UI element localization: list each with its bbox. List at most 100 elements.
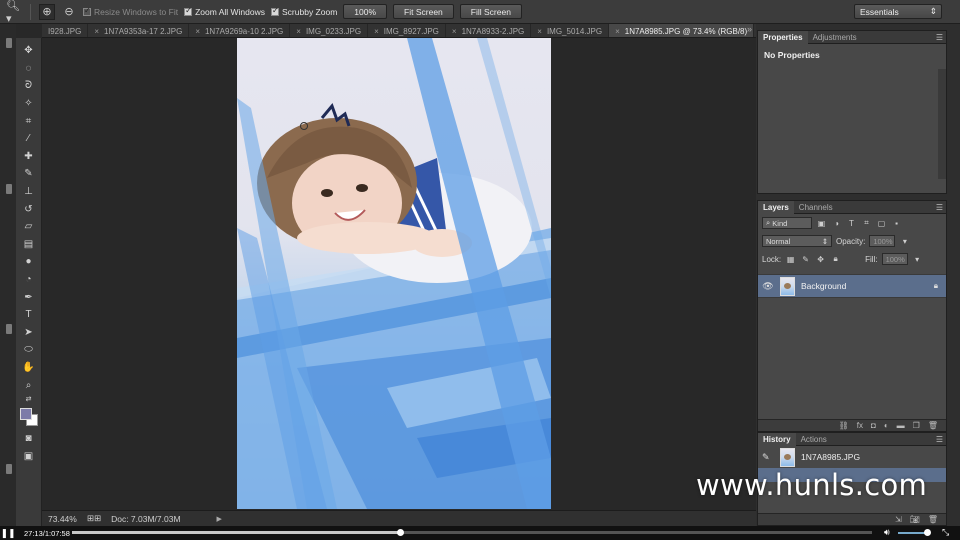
- scrubby-zoom-checkbox[interactable]: Scrubby Zoom: [271, 6, 337, 17]
- hand-tool-icon[interactable]: ✋: [19, 359, 39, 377]
- swap-colors-icon[interactable]: ⇄: [19, 394, 39, 404]
- close-icon[interactable]: ×: [615, 27, 620, 36]
- fit-screen-button[interactable]: Fit Screen: [393, 4, 454, 19]
- fill-screen-button[interactable]: Fill Screen: [459, 4, 522, 19]
- mask-icon[interactable]: ◘: [871, 421, 876, 430]
- document-image[interactable]: [237, 38, 551, 509]
- document-tab[interactable]: × 1N7A9353a-17 2.JPG: [88, 24, 190, 37]
- document-tab[interactable]: I928.JPG: [42, 24, 89, 37]
- tab-channels[interactable]: Channels: [794, 201, 838, 214]
- tab-actions[interactable]: Actions: [796, 433, 832, 446]
- pen-tool-icon[interactable]: ✒: [19, 288, 39, 306]
- move-tool-icon[interactable]: ✥: [19, 42, 39, 60]
- clone-stamp-tool-icon[interactable]: ⊥: [19, 183, 39, 201]
- zoom-tool-icon[interactable]: ⌕: [19, 376, 39, 394]
- gradient-tool-icon[interactable]: ▤: [19, 236, 39, 254]
- lock-transparent-icon[interactable]: ▦: [785, 254, 796, 265]
- blend-mode-select[interactable]: Normal ⇕: [762, 235, 832, 247]
- history-brush-source-icon[interactable]: ✎: [762, 452, 774, 463]
- trash-icon[interactable]: 🗑︎: [928, 421, 938, 430]
- camera-icon[interactable]: 📷︎: [910, 515, 920, 524]
- dodge-tool-icon[interactable]: ◔: [19, 271, 39, 289]
- history-brush-tool-icon[interactable]: ↺: [19, 200, 39, 218]
- pause-icon[interactable]: ❚❚: [0, 526, 16, 540]
- zoom-tool-preset-icon[interactable]: 🔍︎▾: [6, 0, 22, 25]
- chevron-down-icon[interactable]: ▾: [912, 254, 923, 265]
- type-filter-icon[interactable]: T: [846, 218, 857, 229]
- document-tab[interactable]: × 1N7A8933-2.JPG: [446, 24, 532, 37]
- quick-selection-tool-icon[interactable]: ✧: [19, 95, 39, 113]
- path-selection-tool-icon[interactable]: ➤: [19, 324, 39, 342]
- seek-handle[interactable]: [397, 529, 404, 536]
- close-icon[interactable]: ×: [452, 27, 457, 36]
- lock-position-icon[interactable]: ✥: [815, 254, 826, 265]
- fx-icon[interactable]: fx: [857, 421, 863, 430]
- quick-mask-icon[interactable]: ◙: [19, 430, 39, 448]
- brush-tool-icon[interactable]: ✎: [19, 165, 39, 183]
- healing-brush-tool-icon[interactable]: ✚: [19, 148, 39, 166]
- document-tab[interactable]: × IMG_5014.JPG: [531, 24, 610, 37]
- tab-layers[interactable]: Layers: [758, 200, 794, 214]
- color-swatches[interactable]: [18, 406, 40, 430]
- opacity-input[interactable]: 100%: [869, 235, 896, 247]
- trash-icon[interactable]: 🗑︎: [928, 515, 938, 524]
- properties-scrollbar[interactable]: [938, 69, 946, 179]
- zoom-100-button[interactable]: 100%: [343, 4, 388, 19]
- document-tab-active[interactable]: × 1N7A8985.JPG @ 73.4% (RGB/8): [609, 24, 755, 37]
- document-tab[interactable]: × IMG_0233.JPG: [290, 24, 369, 37]
- shape-filter-icon[interactable]: ⌗: [861, 218, 872, 229]
- tab-adjustments[interactable]: Adjustments: [808, 31, 862, 44]
- status-menu-arrow-icon[interactable]: ▶: [217, 515, 222, 523]
- chevron-down-icon[interactable]: ▾: [899, 236, 910, 247]
- marquee-tool-icon[interactable]: ◌: [19, 60, 39, 78]
- lock-image-icon[interactable]: ✎: [800, 254, 811, 265]
- ellipse-tool-icon[interactable]: ⬭: [19, 341, 39, 359]
- eraser-tool-icon[interactable]: ▱: [19, 218, 39, 236]
- close-icon[interactable]: ×: [374, 27, 379, 36]
- crop-tool-icon[interactable]: ⌗: [19, 112, 39, 130]
- filter-toggle-icon[interactable]: ▪: [891, 218, 902, 229]
- document-tab[interactable]: × 1N7A9269a-10 2.JPG: [189, 24, 291, 37]
- blur-tool-icon[interactable]: ●: [19, 253, 39, 271]
- eye-icon[interactable]: 👁︎: [762, 281, 774, 292]
- panel-menu-icon[interactable]: ☰: [936, 435, 943, 444]
- workspace-switcher[interactable]: Essentials ⇕: [854, 4, 942, 19]
- zoom-in-icon[interactable]: ⊕: [39, 3, 55, 20]
- history-snapshot[interactable]: ✎ 1N7A8985.JPG: [758, 446, 946, 468]
- new-document-from-state-icon[interactable]: ⇲: [895, 515, 902, 524]
- adjustment-filter-icon[interactable]: ◑: [831, 218, 842, 229]
- panel-menu-icon[interactable]: ☰: [936, 33, 943, 42]
- lock-all-icon[interactable]: 🔒︎: [830, 254, 841, 265]
- type-tool-icon[interactable]: T: [19, 306, 39, 324]
- foreground-color-swatch[interactable]: [19, 407, 32, 420]
- eyedropper-tool-icon[interactable]: ⁄: [19, 130, 39, 148]
- fullscreen-icon[interactable]: ⤡: [942, 527, 949, 538]
- close-icon[interactable]: ×: [94, 27, 99, 36]
- canvas-area[interactable]: [42, 38, 756, 510]
- tab-properties[interactable]: Properties: [758, 30, 808, 44]
- volume-handle[interactable]: [924, 529, 931, 536]
- tab-history[interactable]: History: [758, 432, 796, 446]
- layer-row[interactable]: 👁︎ Background 🔒︎: [758, 274, 946, 298]
- layer-kind-filter[interactable]: ⌕ Kind: [762, 217, 812, 229]
- volume-icon[interactable]: 🔊︎: [884, 527, 890, 538]
- zoom-all-windows-checkbox[interactable]: Zoom All Windows: [184, 6, 265, 17]
- document-tab[interactable]: × IMG_8927.JPG: [368, 24, 446, 37]
- link-icon[interactable]: ⛓: [839, 421, 849, 430]
- smart-object-filter-icon[interactable]: ▢: [876, 218, 887, 229]
- tab-overflow-icon[interactable]: »: [747, 24, 752, 34]
- screen-mode-icon[interactable]: ▣: [19, 447, 39, 465]
- panel-menu-icon[interactable]: ☰: [936, 203, 943, 212]
- folder-icon[interactable]: ▬: [897, 421, 905, 430]
- zoom-out-icon[interactable]: ⊖: [61, 4, 77, 20]
- close-icon[interactable]: ×: [195, 27, 200, 36]
- seek-bar[interactable]: [72, 529, 872, 536]
- pixel-filter-icon[interactable]: ▣: [816, 218, 827, 229]
- close-icon[interactable]: ×: [296, 27, 301, 36]
- lasso-tool-icon[interactable]: ᘐ: [19, 77, 39, 95]
- resize-windows-checkbox[interactable]: Resize Windows to Fit: [83, 6, 178, 17]
- adjustment-icon[interactable]: ◐: [884, 421, 889, 430]
- close-icon[interactable]: ×: [537, 27, 542, 36]
- preview-icon[interactable]: ⊞⊞: [87, 513, 101, 524]
- fill-input[interactable]: 100%: [881, 253, 908, 265]
